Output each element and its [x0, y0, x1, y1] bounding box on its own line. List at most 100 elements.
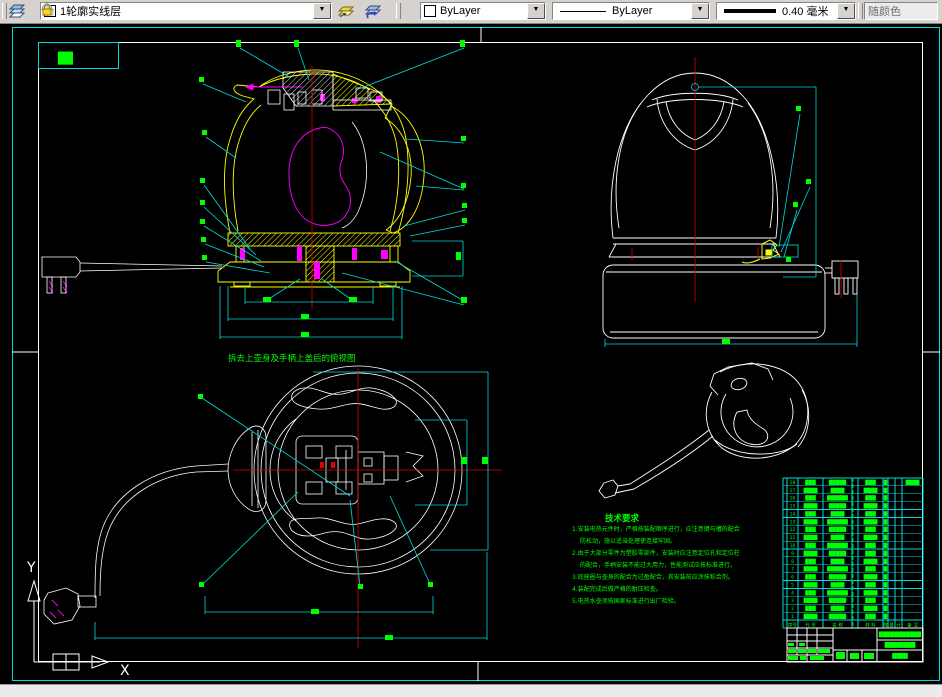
layer-combo[interactable]: 1轮廓实线层 ▼	[40, 2, 332, 20]
svg-text:████: ████	[863, 574, 878, 581]
svg-text:███: ███	[864, 495, 876, 502]
svg-text:███: ███	[804, 495, 816, 502]
svg-text:████: ████	[803, 566, 818, 573]
linetype-sample-icon	[560, 10, 606, 12]
svg-text:██████: ██████	[826, 518, 848, 525]
svg-text:████: ████	[830, 558, 845, 565]
svg-text:█: █	[883, 558, 888, 565]
svg-text:███: ███	[864, 542, 876, 549]
svg-text:█: █	[883, 510, 888, 517]
tech-line: 防松动，施以适当处理使连接牢固。	[580, 537, 676, 545]
svg-text:█: █	[883, 518, 888, 525]
svg-text:██████: ██████	[826, 495, 848, 502]
svg-text:██████: ██████	[826, 566, 848, 573]
svg-text:8: 8	[791, 559, 794, 565]
svg-text:████: ████	[863, 605, 878, 612]
svg-text:███: ███	[864, 526, 876, 533]
drawing-canvas: █▊ 拆去上壶身及手柄上盖后的俯视图 技术要求 1.安装电热元件时，严格按装配顺…	[0, 22, 942, 684]
svg-text:█████: █████	[828, 597, 847, 604]
svg-text:███: ███	[864, 613, 876, 620]
make-layer-current-icon	[337, 6, 355, 18]
svg-text:数: 数	[883, 622, 888, 629]
lineweight-control-combo[interactable]: 0.40 毫米 ▼	[716, 2, 856, 20]
svg-text:备 注: 备 注	[907, 622, 918, 629]
svg-text:6: 6	[791, 575, 794, 581]
svg-text:1: 1	[791, 614, 794, 620]
svg-text:███: ███	[804, 589, 816, 596]
tech-line: 3.底座圈与壶身的配合为过盈配合，其安装前应涂抹粘合剂。	[572, 573, 734, 581]
svg-text:████: ████	[830, 534, 845, 541]
layer-combo-dropdown-arrow[interactable]: ▼	[313, 3, 331, 19]
ucs-y-label: Y	[26, 560, 36, 576]
svg-text:███: ███	[804, 574, 816, 581]
svg-text:███: ███	[864, 566, 876, 573]
svg-text:████: ████	[905, 479, 920, 486]
svg-text:4: 4	[791, 590, 794, 596]
svg-text:████: ████	[863, 487, 878, 494]
make-object-layer-current-button[interactable]	[336, 2, 362, 20]
svg-text:计: 计	[896, 622, 901, 629]
title-block-drawing-name: ████████	[884, 642, 916, 649]
lineweight-sample-icon	[724, 9, 776, 13]
svg-text:14: 14	[790, 511, 796, 517]
status-strip	[0, 684, 942, 697]
svg-text:████: ████	[863, 534, 878, 541]
title-block-drawing-no: ████	[891, 653, 908, 660]
tech-requirements-title: 技术要求	[605, 513, 640, 524]
tech-line: 4.装配完成后做严格的耐压检查。	[572, 585, 662, 593]
svg-text:███: ███	[864, 479, 876, 486]
svg-text:█████: █████	[828, 574, 847, 581]
svg-text:12: 12	[790, 527, 796, 533]
sheet-corner-label: █▊	[57, 51, 75, 65]
linetype-control-combo[interactable]: ByLayer ▼	[552, 2, 710, 20]
svg-text:5: 5	[791, 582, 794, 588]
svg-text:████: ████	[803, 550, 818, 557]
svg-text:███: ███	[804, 510, 816, 517]
svg-text:█: █	[883, 581, 888, 588]
color-control-combo[interactable]: ByLayer ▼	[420, 2, 546, 20]
toolbar-grip[interactable]	[396, 3, 401, 19]
svg-text:代 号: 代 号	[805, 622, 816, 629]
svg-text:████: ████	[803, 581, 818, 588]
svg-text:████: ████	[830, 510, 845, 517]
svg-text:███: ███	[804, 558, 816, 565]
layer-previous-button[interactable]	[363, 2, 389, 20]
color-combo-dropdown-arrow[interactable]: ▼	[527, 3, 545, 19]
svg-text:███: ███	[804, 526, 816, 533]
svg-text:█████: █████	[828, 479, 847, 486]
svg-text:███: ███	[804, 605, 816, 612]
svg-text:███: ███	[804, 542, 816, 549]
title-block-project: ███████████	[878, 631, 921, 638]
layer-previous-icon	[364, 5, 382, 19]
svg-text:████: ████	[803, 518, 818, 525]
svg-text:█: █	[883, 487, 888, 494]
tech-line: 的配合，手柄安装不能过大用力，性能测试应按标准进行。	[580, 561, 736, 569]
tech-line: 5.电热水壶须按国家标准进行出厂检验。	[572, 597, 680, 605]
toolbar-grip[interactable]	[2, 3, 7, 19]
svg-text:███: ███	[864, 581, 876, 588]
svg-text:█: █	[883, 613, 888, 620]
svg-text:2: 2	[791, 606, 794, 612]
svg-text:9: 9	[791, 551, 794, 557]
svg-text:█: █	[883, 542, 888, 549]
linetype-combo-dropdown-arrow[interactable]: ▼	[691, 3, 709, 19]
lineweight-value-label: 0.40 毫米	[782, 6, 829, 18]
svg-text:████: ████	[830, 605, 845, 612]
toolbar-grip[interactable]	[858, 3, 863, 19]
svg-text:量: 量	[889, 622, 894, 629]
svg-text:█: █	[883, 605, 888, 612]
svg-text:████: ████	[803, 613, 818, 620]
ucs-x-label: X	[120, 663, 130, 679]
model-space-background[interactable]	[0, 22, 942, 684]
svg-text:█████: █████	[828, 526, 847, 533]
svg-text:█████: █████	[828, 550, 847, 557]
svg-text:█████: █████	[828, 613, 847, 620]
svg-text:████: ████	[803, 597, 818, 604]
lineweight-combo-dropdown-arrow[interactable]: ▼	[837, 3, 855, 19]
svg-text:███: ███	[804, 479, 816, 486]
svg-text:████: ████	[803, 534, 818, 541]
svg-text:███: ███	[864, 550, 876, 557]
svg-text:█: █	[883, 574, 888, 581]
layer-manager-button[interactable]	[8, 2, 34, 20]
svg-text:████: ████	[830, 487, 845, 494]
